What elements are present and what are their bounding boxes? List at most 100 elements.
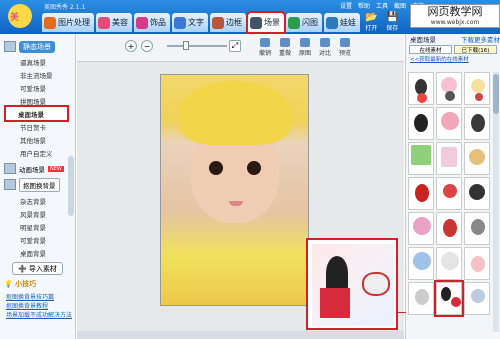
bg-item-star[interactable]: 明星背景 xyxy=(0,220,75,233)
image-process-icon xyxy=(44,16,56,29)
tab-frame[interactable]: 边框 xyxy=(210,13,246,32)
original-button[interactable]: 原图 xyxy=(295,38,315,57)
yellow-hat xyxy=(179,81,291,145)
accessory-icon xyxy=(136,16,148,29)
bg-item-desktop[interactable]: 桌面背景 xyxy=(0,246,75,259)
menu-help[interactable]: 帮助 xyxy=(358,1,370,10)
tab-flash[interactable]: 闪图 xyxy=(286,13,322,32)
static-scene-header[interactable]: 静态场景 xyxy=(4,40,71,53)
tab-online-material[interactable]: 在线素材 xyxy=(409,45,452,54)
scene-item-desktop[interactable]: 桌面场景 xyxy=(4,105,69,122)
scene-thumb[interactable] xyxy=(436,247,462,280)
scene-item-realistic[interactable]: 逼真场景 xyxy=(0,55,75,68)
scene-thumb[interactable] xyxy=(408,247,434,280)
undo-icon xyxy=(260,38,270,47)
tab-scene[interactable]: 场景 xyxy=(246,11,286,34)
tips-title: 💡 小技巧 xyxy=(4,280,37,288)
fit-screen-button[interactable]: ⤢ xyxy=(229,40,241,52)
redo-button[interactable]: 重做 xyxy=(275,38,295,57)
zoom-slider-knob[interactable] xyxy=(183,41,189,50)
preview-button[interactable]: 预览 xyxy=(335,38,355,57)
scene-thumb[interactable] xyxy=(408,107,434,140)
bg-item-scenery[interactable]: 风景背景 xyxy=(0,207,75,220)
scene-thumb[interactable] xyxy=(408,177,434,210)
scene-thumb[interactable] xyxy=(408,282,434,315)
scene-item-nonmainstream[interactable]: 非主流场景 xyxy=(0,68,75,81)
svg-text:美: 美 xyxy=(10,11,19,23)
preview-girl-hair xyxy=(326,256,348,290)
preview-cartoon-animal xyxy=(362,272,390,296)
tab-accessory[interactable]: 饰品 xyxy=(134,13,170,32)
original-icon xyxy=(300,38,310,47)
zoom-out-button[interactable]: − xyxy=(141,40,153,52)
scene-thumb[interactable] xyxy=(436,177,462,210)
scene-thumb-selected[interactable] xyxy=(434,280,464,317)
zoom-slider[interactable] xyxy=(167,45,227,47)
open-button[interactable]: 📂 打开 xyxy=(365,12,377,32)
scene-thumb[interactable] xyxy=(464,247,490,280)
latest-material-link[interactable]: <<获取最新的在线素材 xyxy=(406,55,500,63)
tab-text[interactable]: 文字 xyxy=(172,13,208,32)
right-scrollbar-thumb[interactable] xyxy=(493,74,499,114)
tip-link-cutout-skills[interactable]: 抠图换背景技巧篇 xyxy=(6,293,75,302)
scene-thumb[interactable] xyxy=(408,212,434,245)
app-logo: 美 xyxy=(2,0,42,34)
import-icon: ➕ xyxy=(18,264,27,273)
scene-thumb[interactable] xyxy=(464,212,490,245)
bg-item-magazine[interactable]: 杂志背景 xyxy=(0,194,75,207)
scene-thumb[interactable] xyxy=(464,107,490,140)
undo-button[interactable]: 撤销 xyxy=(255,38,275,57)
menu-screenshot[interactable]: 截图 xyxy=(394,1,406,10)
left-eye xyxy=(209,161,223,175)
preview-icon xyxy=(340,38,350,47)
scene-thumb[interactable] xyxy=(436,142,462,175)
scene-thumbnail-grid xyxy=(408,72,492,317)
tab-downloaded[interactable]: 已下载(16) xyxy=(454,45,497,54)
scene-thumb[interactable] xyxy=(436,212,462,245)
static-scene-thumb xyxy=(4,41,16,52)
compare-icon xyxy=(320,38,330,47)
scene-item-puzzle[interactable]: 拼图场景 xyxy=(0,94,75,107)
left-panel: 静态场景 逼真场景 非主流场景 可爱场景 拼图场景 桌面场景 节日贺卡 其他场景… xyxy=(0,34,76,339)
scene-preview-popup xyxy=(306,238,398,330)
left-scrollbar[interactable] xyxy=(68,156,74,216)
redo-icon xyxy=(280,38,290,47)
popup-connector xyxy=(398,312,406,313)
import-material-button[interactable]: ➕ 导入素材 xyxy=(12,262,63,275)
scene-item-other[interactable]: 其他场景 xyxy=(0,133,75,146)
right-panel-header: 桌面场景 下载更多素材 xyxy=(410,34,500,44)
scene-thumb[interactable] xyxy=(464,282,490,315)
animated-scene-header[interactable]: 动画场景 NEW xyxy=(4,162,71,175)
scene-thumb[interactable] xyxy=(436,72,462,105)
scene-thumb[interactable] xyxy=(464,142,490,175)
scene-thumb[interactable] xyxy=(408,142,434,175)
scene-thumb[interactable] xyxy=(436,107,462,140)
save-button[interactable]: 💾 保存 xyxy=(386,12,398,32)
tab-image-process[interactable]: 图片处理 xyxy=(42,13,94,32)
bg-item-cute[interactable]: 可爱背景 xyxy=(0,233,75,246)
tip-link-cutout-tutorial[interactable]: 抠图换背景教程 xyxy=(6,302,75,311)
right-panel: 桌面场景 下载更多素材 在线素材 已下载(16) <<获取最新的在线素材 xyxy=(405,34,500,339)
cutout-background-header[interactable]: 抠图换背景 xyxy=(4,177,71,192)
tab-doll[interactable]: 娃娃 xyxy=(324,13,360,32)
right-scrollbar[interactable] xyxy=(493,72,499,332)
baby-photo xyxy=(160,74,309,306)
menu-settings[interactable]: 设置 xyxy=(340,1,352,10)
canvas-toolbar: + − ⤢ 撤销 重做 原图 对比 预览 xyxy=(77,34,404,62)
download-more-link[interactable]: 下载更多素材 xyxy=(461,34,500,44)
scene-item-holiday[interactable]: 节日贺卡 xyxy=(0,120,75,133)
tip-link-load-fix[interactable]: 场景加载不成功解决方法 xyxy=(6,311,75,320)
tab-beauty[interactable]: 美容 xyxy=(96,13,132,32)
scene-item-custom[interactable]: 用户自定义 xyxy=(0,146,75,159)
scene-thumb[interactable] xyxy=(464,177,490,210)
animated-scene-thumb xyxy=(4,163,16,174)
canvas-horizontal-scrollbar[interactable] xyxy=(77,331,404,339)
scene-thumb[interactable] xyxy=(464,72,490,105)
fit-icon: ⤢ xyxy=(231,41,239,50)
scene-thumb[interactable] xyxy=(408,72,434,105)
compare-button[interactable]: 对比 xyxy=(315,38,335,57)
zoom-in-button[interactable]: + xyxy=(125,40,137,52)
scene-item-cute[interactable]: 可爱场景 xyxy=(0,81,75,94)
menu-tools[interactable]: 工具 xyxy=(376,1,388,10)
scene-icon xyxy=(250,16,262,29)
